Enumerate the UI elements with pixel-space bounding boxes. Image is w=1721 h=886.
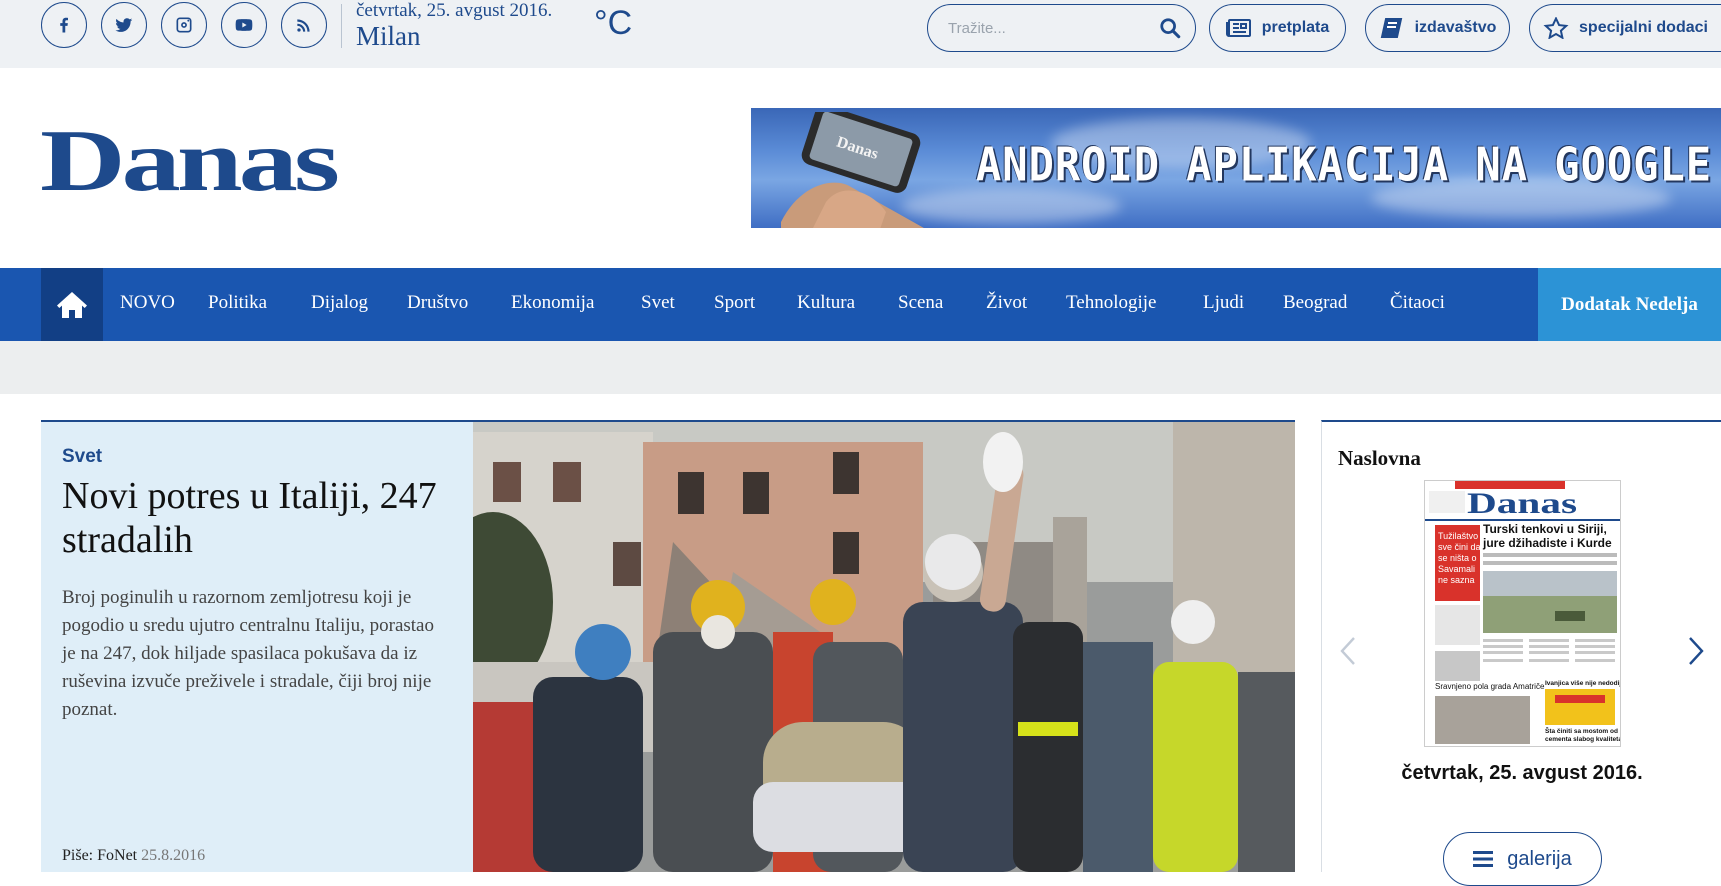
article-category[interactable]: Svet — [62, 446, 102, 468]
nav-item-svet[interactable]: Svet — [641, 292, 675, 314]
banner-text: ANDROID APLIKACIJA NA GOOGLE PLAY — [976, 137, 1721, 192]
svg-text:jure džihadiste i Kurde: jure džihadiste i Kurde — [1482, 536, 1612, 550]
svg-text:Sravnjeno pola grada Amatriče: Sravnjeno pola grada Amatriče — [1435, 682, 1545, 691]
author-prefix: Piše: — [62, 847, 94, 864]
divider — [341, 4, 342, 48]
current-date: četvrtak, 25. avgust 2016. — [356, 0, 553, 21]
chevron-right-icon[interactable] — [1686, 634, 1706, 668]
newspaper-icon — [1225, 19, 1251, 37]
nav-item-beograd[interactable]: Beograd — [1283, 292, 1347, 314]
nav-item-kultura[interactable]: Kultura — [797, 292, 855, 314]
nav-supplement-sunday[interactable]: Dodatak Nedelja — [1538, 268, 1721, 341]
svg-text:Savamali: Savamali — [1438, 564, 1475, 574]
main-navigation: NOVO Politika Dijalog Društvo Ekonomija … — [0, 268, 1721, 341]
search-icon[interactable] — [1159, 17, 1181, 39]
home-button[interactable] — [41, 268, 103, 341]
nav-item-dijalog[interactable]: Dijalog — [311, 292, 368, 314]
article-byline: Piše: FoNet 25.8.2016 — [62, 847, 205, 865]
publishing-button[interactable]: izdavaštvo — [1365, 4, 1510, 52]
star-icon — [1543, 17, 1569, 39]
nav-item-ekonomija[interactable]: Ekonomija — [511, 292, 594, 314]
gallery-button[interactable]: galerija — [1443, 832, 1602, 886]
nav-item-sport[interactable]: Sport — [714, 292, 755, 314]
menu-icon — [1473, 851, 1494, 867]
front-page-date: četvrtak, 25. avgust 2016. — [1401, 762, 1643, 784]
weather-city[interactable]: Milan — [356, 21, 421, 52]
twitter-icon[interactable] — [101, 2, 147, 48]
article-date: 25.8.2016 — [141, 847, 206, 864]
svg-text:Tužilaštvo: Tužilaštvo — [1438, 531, 1478, 541]
phone-illustration: Danas — [781, 112, 924, 228]
front-page-widget: Naslovna Danas Tužilaštvo sve čini da se… — [1321, 420, 1721, 886]
logo-text: Danas — [40, 118, 338, 198]
search-input[interactable] — [948, 17, 1148, 39]
youtube-icon[interactable] — [221, 2, 267, 48]
svg-text:Turski tenkovi u Siriji,: Turski tenkovi u Siriji, — [1483, 522, 1607, 536]
subscription-label: pretplata — [1261, 19, 1330, 36]
book-icon — [1380, 18, 1402, 38]
specials-label: specijalni dodaci — [1579, 19, 1708, 36]
svg-text:cementa slabog kvaliteta?: cementa slabog kvaliteta? — [1545, 736, 1621, 743]
featured-article-text: Svet Novi potres u Italiji, 247 stradali… — [41, 422, 473, 872]
site-logo[interactable]: Danas — [40, 113, 341, 210]
top-bar: četvrtak, 25. avgust 2016. Milan °C pret… — [0, 0, 1721, 68]
earthquake-rescue-photo — [473, 422, 1295, 872]
article-headline[interactable]: Novi potres u Italiji, 247 stradalih — [62, 474, 462, 562]
svg-text:Šta činiti sa mostom od: Šta činiti sa mostom od — [1545, 726, 1618, 735]
ad-placeholder — [0, 341, 1721, 394]
specials-button[interactable]: specijalni dodaci — [1529, 4, 1721, 52]
cover-masthead: Danas — [1467, 487, 1577, 520]
publishing-label: izdavaštvo — [1414, 19, 1497, 36]
nav-item-ljudi[interactable]: Ljudi — [1203, 292, 1244, 314]
temperature-unit: °C — [594, 4, 633, 42]
svg-text:Ivanjica više nije nedodija: Ivanjica više nije nedodija — [1545, 680, 1621, 687]
nav-item-scena[interactable]: Scena — [898, 292, 943, 314]
home-icon — [57, 291, 87, 318]
article-lead: Broj poginulih u razornom zemljotresu ko… — [62, 587, 434, 720]
instagram-icon[interactable] — [161, 2, 207, 48]
nav-item-drustvo[interactable]: Društvo — [407, 292, 468, 314]
facebook-icon[interactable] — [41, 2, 87, 48]
nav-item-citaoci[interactable]: Čitaoci — [1390, 292, 1445, 314]
search-box — [927, 4, 1196, 52]
author-name: FoNet — [97, 847, 138, 864]
front-page-cover[interactable]: Danas Tužilaštvo sve čini da se ništa o … — [1424, 480, 1621, 747]
gallery-label: galerija — [1507, 847, 1572, 870]
nav-item-politika[interactable]: Politika — [208, 292, 267, 314]
widget-title: Naslovna — [1338, 446, 1421, 470]
subscription-button[interactable]: pretplata — [1209, 4, 1346, 52]
nav-item-novo[interactable]: NOVO — [120, 292, 175, 314]
rss-icon[interactable] — [281, 2, 327, 48]
android-app-banner[interactable]: Danas ANDROID APLIKACIJA NA GOOGLE PLAY — [751, 108, 1721, 228]
featured-article: Svet Novi potres u Italiji, 247 stradali… — [41, 420, 1295, 872]
svg-text:se ništa o: se ništa o — [1438, 553, 1477, 563]
article-photo[interactable] — [473, 422, 1295, 872]
nav-item-tehnologije[interactable]: Tehnologije — [1066, 292, 1156, 314]
chevron-left-icon[interactable] — [1338, 634, 1358, 668]
nav-item-zivot[interactable]: Život — [986, 292, 1027, 314]
svg-text:ne sazna: ne sazna — [1438, 575, 1475, 585]
svg-text:sve čini da: sve čini da — [1438, 542, 1481, 552]
